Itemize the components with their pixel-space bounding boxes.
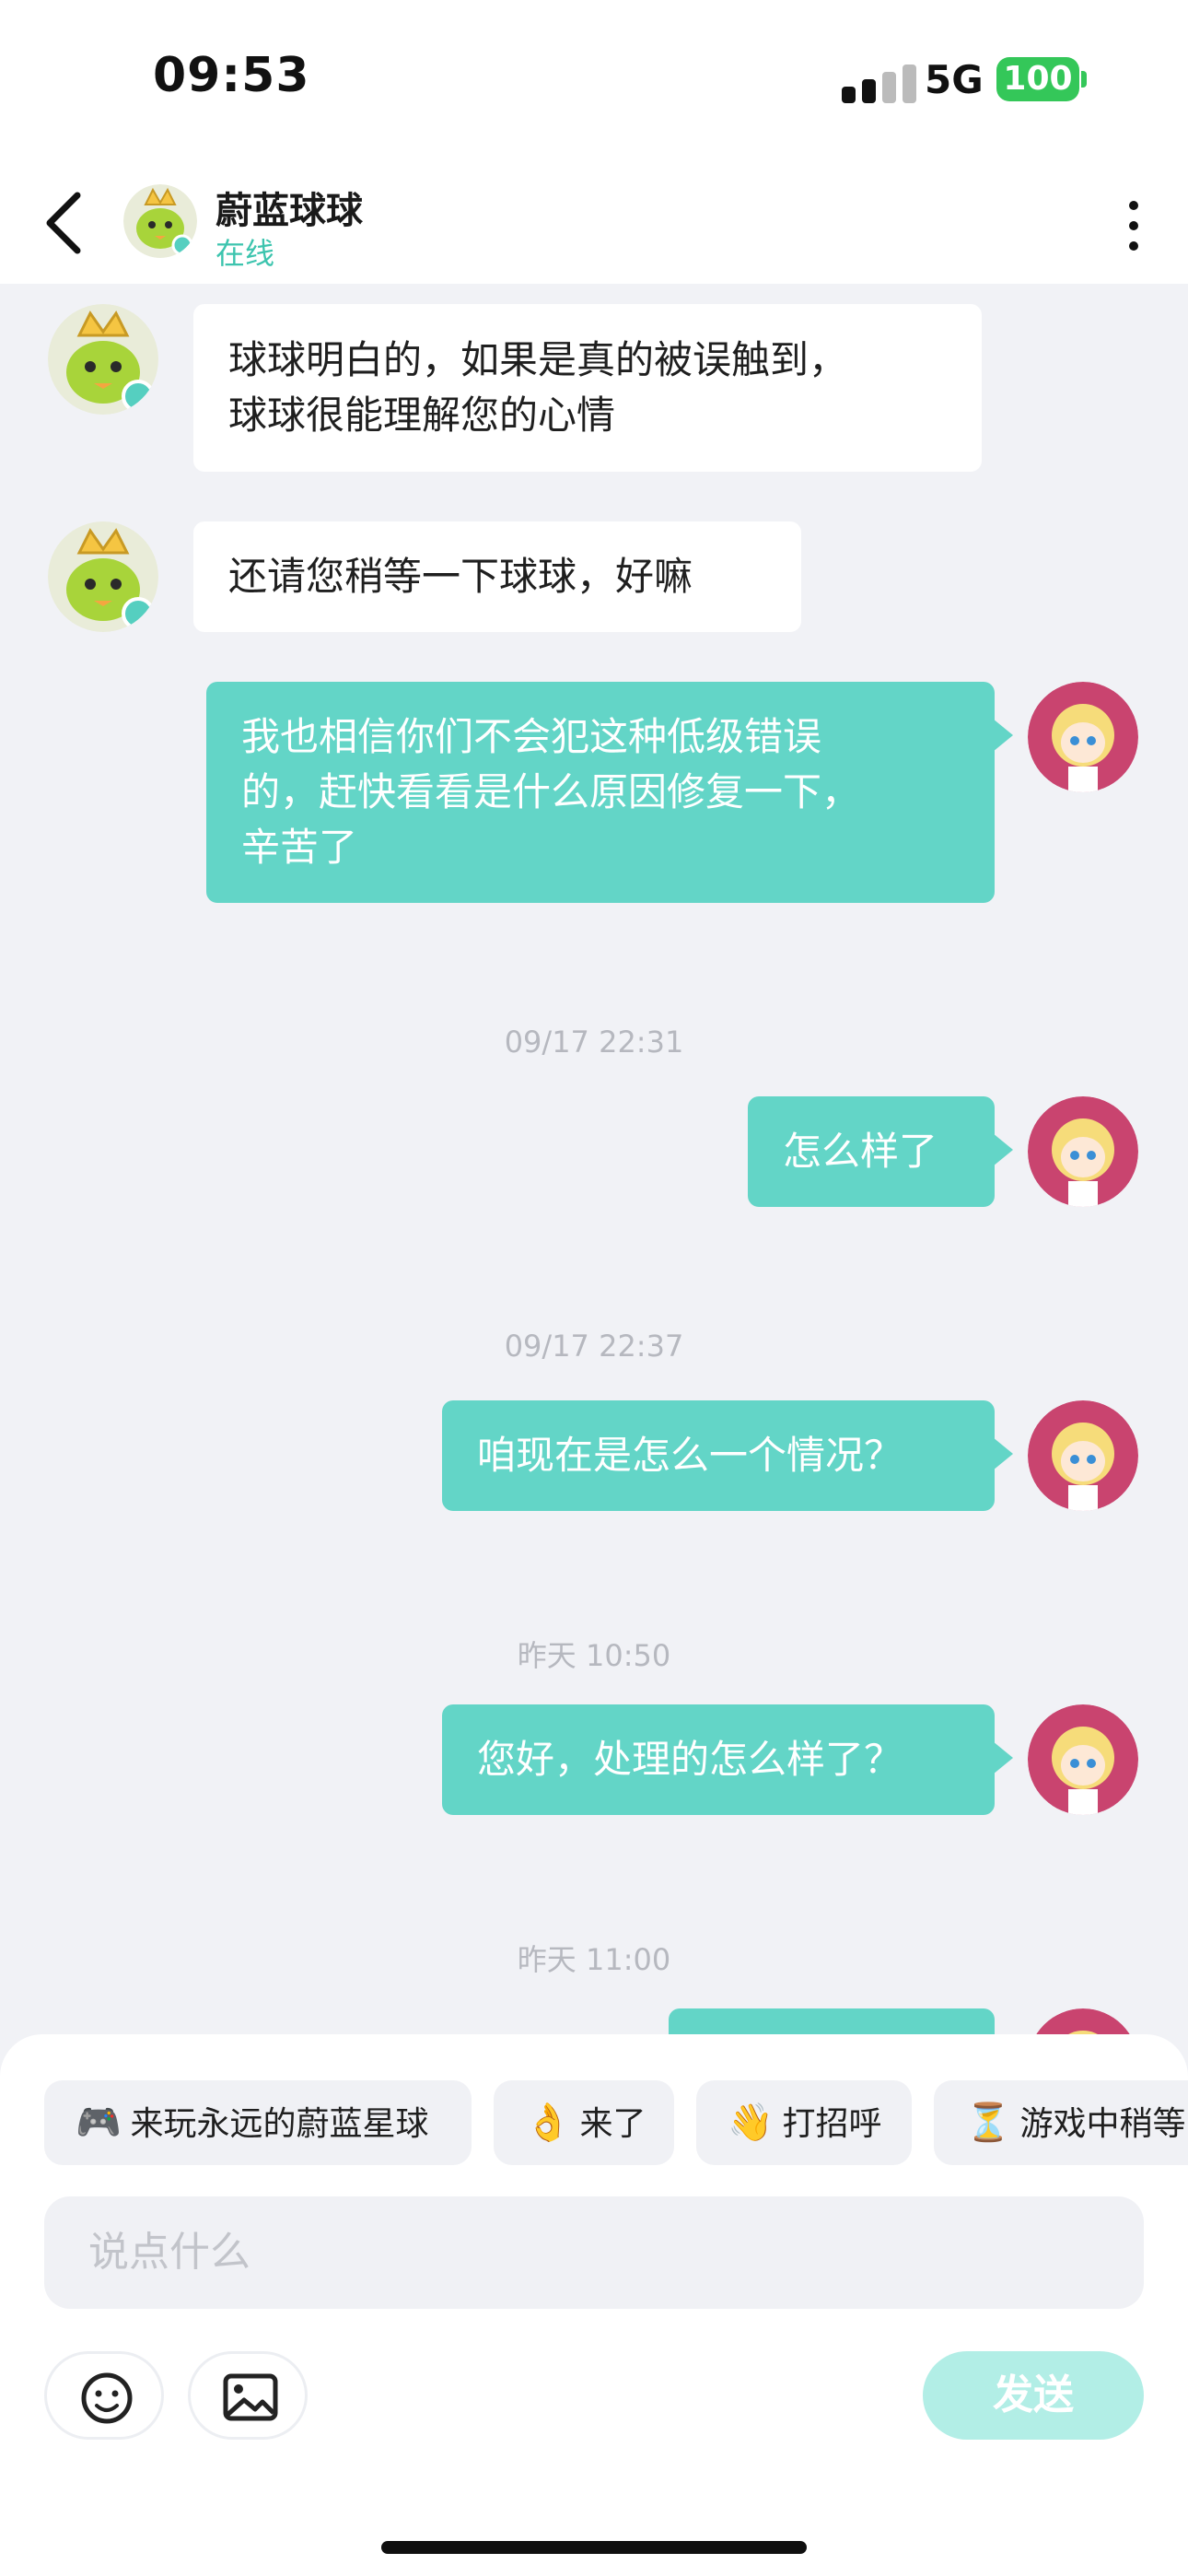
- quick-reply-chip[interactable]: 👋 打招呼: [696, 2080, 912, 2165]
- image-icon: [223, 2373, 278, 2421]
- contact-avatar[interactable]: [48, 304, 158, 415]
- message-line: 怎么样了: [783, 1129, 938, 1174]
- quick-reply-chip[interactable]: 🎮 来玩永远的蔚蓝星球: [44, 2080, 472, 2165]
- timestamp: 昨天 11:00: [517, 1942, 671, 1977]
- message-line: 我也相信你们不会犯这种低级错误: [241, 714, 822, 759]
- contact-avatar[interactable]: [123, 184, 197, 258]
- signal-icon: [842, 61, 919, 103]
- home-indicator: [381, 2541, 807, 2554]
- message-bubble-incoming[interactable]: 还请您稍等一下球球，好嘛: [193, 521, 801, 632]
- user-avatar[interactable]: [1028, 1400, 1138, 1511]
- battery-tip: [1081, 71, 1087, 88]
- composer-panel: 🎮 来玩永远的蔚蓝星球 👌 来了 👋 打招呼 ⏳ 游戏中稍等 说点什么 发送: [0, 2034, 1188, 2576]
- message-line: 咱现在是怎么一个情况？: [477, 1433, 903, 1478]
- message-line: 球球很能理解您的心情: [228, 392, 616, 438]
- message-line: 还请您稍等一下球球，好嘛: [228, 554, 693, 599]
- network-type: 5G: [925, 57, 984, 102]
- user-avatar[interactable]: [1028, 1704, 1138, 1815]
- chat-screen: 09:53 5G 100 蔚蓝球球 在线 球球明白的，如果是真的被误触到， 球球…: [0, 0, 1188, 2576]
- emoji-icon: [81, 2372, 133, 2424]
- message-bubble-incoming[interactable]: 球球明白的，如果是真的被误触到， 球球很能理解您的心情: [193, 304, 982, 472]
- top-bar: 09:53 5G 100 蔚蓝球球 在线: [0, 0, 1188, 284]
- more-options-icon[interactable]: [1120, 201, 1147, 256]
- contact-avatar[interactable]: [48, 521, 158, 632]
- hourglass-icon: ⏳: [965, 2102, 1011, 2144]
- timestamp: 09/17 22:37: [504, 1329, 684, 1364]
- user-avatar[interactable]: [1028, 682, 1138, 792]
- message-line: 辛苦了: [241, 825, 358, 870]
- back-arrow-icon[interactable]: [41, 190, 92, 256]
- message-bubble-outgoing[interactable]: 我也相信你们不会犯这种低级错误 的，赶快看看是什么原因修复一下， 辛苦了: [206, 682, 1013, 903]
- quick-reply-label: 来玩永远的蔚蓝星球: [130, 2105, 429, 2143]
- timestamp: 昨天 10:50: [517, 1638, 671, 1673]
- quick-reply-label: 打招呼: [782, 2105, 882, 2143]
- quick-reply-label: 游戏中稍等: [1019, 2105, 1186, 2143]
- status-time: 09:53: [153, 48, 310, 103]
- timestamp: 09/17 22:31: [504, 1025, 684, 1060]
- message-line: 您好，处理的怎么样了？: [477, 1737, 903, 1782]
- image-button[interactable]: [188, 2351, 308, 2440]
- message-bubble-outgoing[interactable]: 怎么样了: [748, 1096, 1013, 1207]
- quick-reply-chip[interactable]: ⏳ 游戏中稍等: [934, 2080, 1188, 2165]
- message-line: 球球明白的，如果是真的被误触到，: [228, 337, 848, 382]
- send-button[interactable]: 发送: [923, 2351, 1144, 2440]
- gamepad-icon: 🎮: [76, 2102, 122, 2144]
- emoji-button[interactable]: [44, 2351, 164, 2440]
- waving-hand-icon: 👋: [728, 2102, 774, 2144]
- message-line: 的，赶快看看是什么原因修复一下，: [241, 769, 861, 814]
- online-status: 在线: [215, 236, 275, 271]
- quick-reply-chip[interactable]: 👌 来了: [494, 2080, 674, 2165]
- message-bubble-outgoing[interactable]: 咱现在是怎么一个情况？: [442, 1400, 1013, 1511]
- message-input[interactable]: 说点什么: [44, 2196, 1144, 2309]
- ok-hand-icon: 👌: [525, 2102, 571, 2144]
- quick-reply-label: 来了: [579, 2105, 646, 2143]
- contact-name: 蔚蓝球球: [215, 190, 363, 232]
- battery-icon: 100: [996, 57, 1079, 101]
- user-avatar[interactable]: [1028, 1096, 1138, 1207]
- message-bubble-outgoing[interactable]: 您好，处理的怎么样了？: [442, 1704, 1013, 1815]
